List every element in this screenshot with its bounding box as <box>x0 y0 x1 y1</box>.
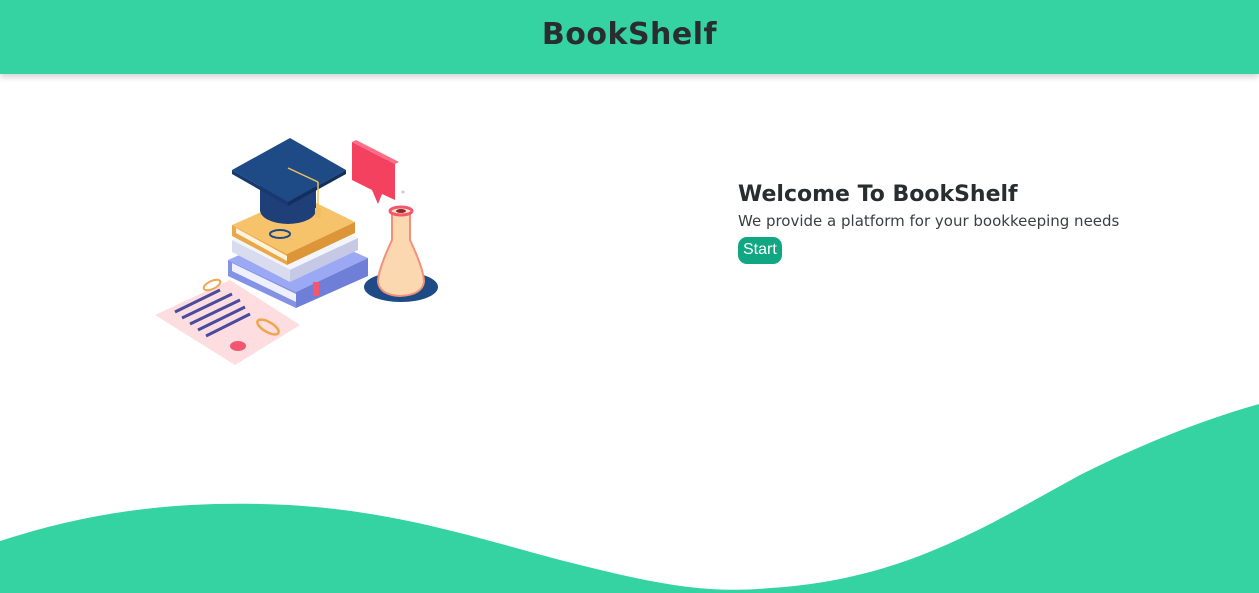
landing-page: BookShelf Welcome To BookShelf We provid… <box>0 0 1259 593</box>
start-button[interactable]: Start <box>738 237 782 264</box>
welcome-section: Welcome To BookShelf We provide a platfo… <box>738 180 1218 264</box>
speech-bubble-icon <box>352 140 399 204</box>
welcome-heading: Welcome To BookShelf <box>738 182 1018 207</box>
top-header-bar: BookShelf <box>0 0 1259 74</box>
footer-wave <box>0 404 1259 593</box>
flask-icon <box>364 190 438 302</box>
education-illustration <box>155 138 438 365</box>
app-title: BookShelf <box>541 17 718 52</box>
welcome-subtitle: We provide a platform for your bookkeepi… <box>738 212 1120 230</box>
